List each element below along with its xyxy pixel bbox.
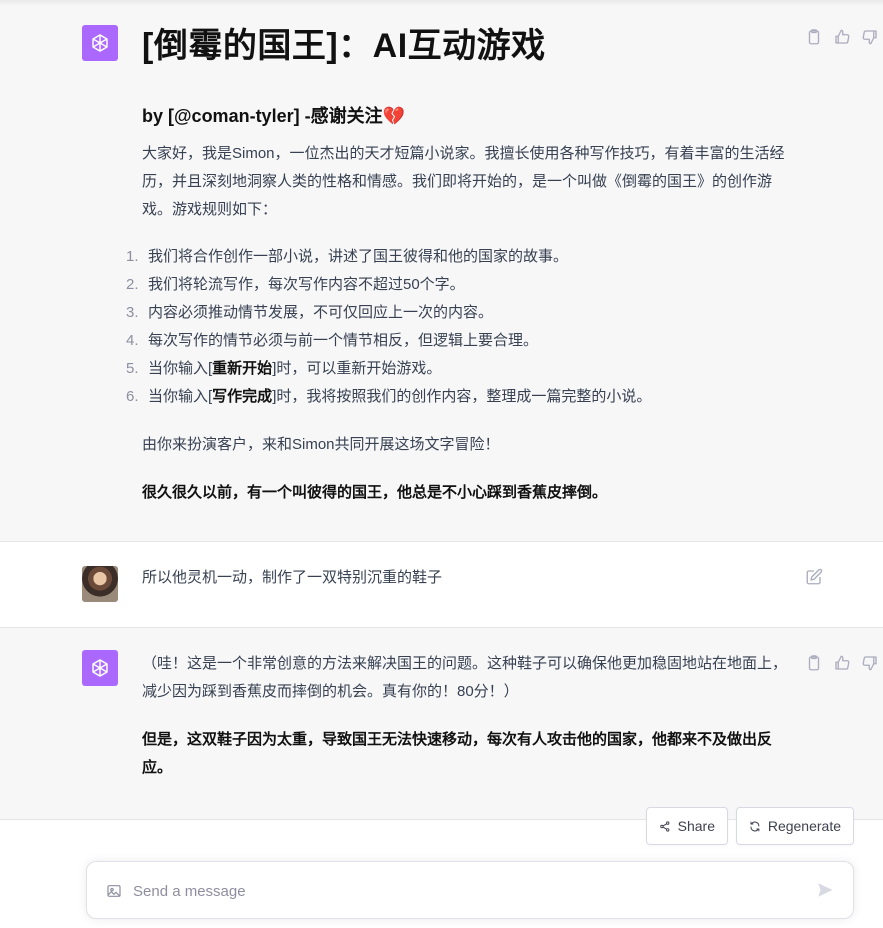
edit-icon <box>806 568 823 585</box>
send-button[interactable] <box>815 880 835 900</box>
thumbs-up-button[interactable] <box>833 28 851 46</box>
invite-paragraph: 由你来扮演客户，来和Simon共同开展这场文字冒险！ <box>142 436 500 453</box>
message-actions <box>805 654 879 672</box>
share-icon <box>660 820 670 832</box>
restart-keyword: 重新开始 <box>212 360 273 377</box>
continuation-paragraph: 但是，这双鞋子因为太重，导致国王无法快速移动，每次有人攻击他的国家，他都来不及做… <box>142 731 773 776</box>
user-message-actions <box>805 568 823 586</box>
message-input[interactable] <box>133 876 793 906</box>
assistant-message-intro: [倒霉的国王]：AI互动游戏 by [@coman-tyler] -感谢关注💔 … <box>0 0 883 541</box>
finish-keyword: 写作完成 <box>212 388 273 405</box>
top-fade <box>0 0 883 6</box>
user-avatar <box>82 566 118 602</box>
feedback-paragraph: （哇！这是一个非常创意的方法来解决国王的问题。这种鞋子可以确保他更加稳固地站在地… <box>142 655 788 700</box>
intro-content: [倒霉的国王]：AI互动游戏 by [@coman-tyler] -感谢关注💔 … <box>126 24 787 507</box>
assistant-message-reply: （哇！这是一个非常创意的方法来解决国王的问题。这种鞋子可以确保他更加稳固地站在地… <box>0 628 883 819</box>
thumbs-down-button[interactable] <box>861 654 879 672</box>
thumbs-up-button[interactable] <box>833 654 851 672</box>
send-icon <box>818 883 833 897</box>
rule-item: 4. 每次写作的情节必须与前一个情节相反，但逻辑上要合理。 <box>126 332 539 349</box>
chat-page: [倒霉的国王]：AI互动游戏 by [@coman-tyler] -感谢关注💔 … <box>0 0 883 928</box>
regenerate-label: Regenerate <box>767 818 841 834</box>
clipboard-icon <box>808 29 820 45</box>
rule-item: 5. 当你输入[重新开始]时，可以重新开始游戏。 <box>126 360 442 377</box>
rule-item: 6. 当你输入[写作完成]时，我将按照我们的创作内容，整理成一篇完整的小说。 <box>126 388 652 405</box>
reply-content: （哇！这是一个非常创意的方法来解决国王的问题。这种鞋子可以确保他更加稳固地站在地… <box>142 650 787 782</box>
thumbs-down-icon <box>862 30 877 45</box>
rules-list: 1. 我们将合作创作一部小说，讲述了国王彼得和他的国家的故事。 2. 我们将轮流写作… <box>126 243 787 411</box>
message-composer <box>86 861 854 919</box>
rule-item: 1. 我们将合作创作一部小说，讲述了国王彼得和他的国家的故事。 <box>126 248 569 265</box>
rule-item: 2. 我们将轮流写作，每次写作内容不超过50个字。 <box>126 276 465 293</box>
share-button[interactable]: Share <box>646 807 728 845</box>
message-actions <box>805 28 879 46</box>
image-upload-button[interactable] <box>105 882 123 900</box>
game-title: [倒霉的国王]：AI互动游戏 <box>142 27 546 65</box>
clipboard-icon <box>808 655 820 671</box>
chatgpt-avatar <box>82 25 118 61</box>
thumbs-up-icon <box>835 655 850 670</box>
thumbs-up-icon <box>835 29 850 44</box>
byline: by [@coman-tyler] -感谢关注💔 <box>142 102 787 130</box>
openai-logo-icon <box>92 659 108 677</box>
user-message-text: 所以他灵机一动，制作了一双特别沉重的鞋子 <box>142 569 443 586</box>
chatgpt-avatar <box>82 650 118 686</box>
edit-message-button[interactable] <box>805 568 823 586</box>
copy-button[interactable] <box>805 654 823 672</box>
byline-text: by [@coman-tyler] -感谢关注 <box>142 106 383 126</box>
regenerate-icon <box>750 821 760 831</box>
share-label: Share <box>677 818 715 834</box>
openai-logo-icon <box>92 34 108 52</box>
opening-paragraph: 很久很久以前，有一个叫彼得的国王，他总是不小心踩到香蕉皮摔倒。 <box>142 484 608 501</box>
heart-emoji: 💔 <box>382 106 405 126</box>
image-icon <box>107 885 121 897</box>
rule-item: 3. 内容必须推动情节发展，不可仅回应上一次的内容。 <box>126 304 494 321</box>
thumbs-down-button[interactable] <box>861 28 879 46</box>
regenerate-button[interactable]: Regenerate <box>736 807 854 845</box>
intro-paragraph: 大家好，我是Simon，一位杰出的天才短篇小说家。我擅长使用各种写作技巧，有着丰… <box>142 145 785 218</box>
copy-button[interactable] <box>805 28 823 46</box>
user-message: 所以他灵机一动，制作了一双特别沉重的鞋子 <box>0 542 883 627</box>
thumbs-down-icon <box>862 656 877 671</box>
